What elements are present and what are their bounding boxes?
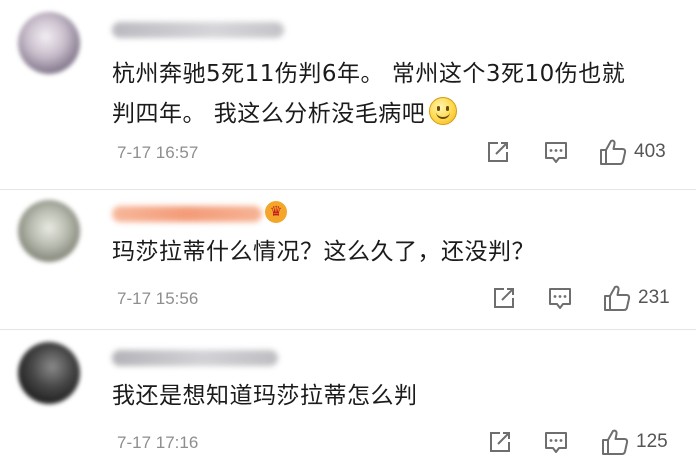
- thumbs-up-icon: [604, 285, 631, 311]
- username[interactable]: [112, 350, 278, 366]
- comment-text: 杭州奔驰5死11伤判6年。 常州这个3死10伤也就 判四年。 我这么分析没毛病吧: [112, 54, 668, 134]
- like-count: 403: [634, 141, 666, 162]
- avatar[interactable]: [18, 342, 80, 404]
- comment-item: ♛ 玛莎拉蒂什么情况？这么久了，还没判？ 7-17 15:56 231: [0, 190, 696, 338]
- like-button[interactable]: 403: [598, 137, 666, 167]
- like-count: 231: [638, 287, 670, 308]
- comment-actions: 125: [484, 427, 684, 457]
- comment-text-line: 我还是想知道玛莎拉蒂怎么判: [112, 383, 418, 409]
- username[interactable]: [112, 22, 284, 38]
- repost-button[interactable]: [484, 137, 512, 167]
- reply-button[interactable]: [542, 427, 570, 457]
- avatar[interactable]: [18, 12, 80, 74]
- smiley-emoji-icon: [429, 97, 458, 125]
- avatar[interactable]: [18, 200, 80, 262]
- comment-text: 玛莎拉蒂什么情况？这么久了，还没判？: [112, 232, 668, 272]
- comment-text-line: 杭州奔驰5死11伤判6年。 常州这个3死10伤也就: [112, 61, 626, 87]
- repost-icon: [490, 432, 510, 452]
- comment-item: 杭州奔驰5死11伤判6年。 常州这个3死10伤也就 判四年。 我这么分析没毛病吧…: [0, 0, 696, 190]
- thumbs-up-icon: [602, 429, 629, 455]
- comment-icon: [549, 288, 571, 309]
- crown-emoji-icon: ♛: [265, 201, 287, 223]
- comment-text: 我还是想知道玛莎拉蒂怎么判: [112, 376, 668, 416]
- comment-timestamp: 7-17 16:57: [117, 143, 199, 162]
- comment-actions: 231: [484, 283, 684, 313]
- comment-item: 我还是想知道玛莎拉蒂怎么判 7-17 17:16 125: [0, 330, 696, 468]
- comment-timestamp: 7-17 15:56: [117, 289, 199, 308]
- reply-button[interactable]: [542, 137, 570, 167]
- comment-timestamp: 7-17 17:16: [117, 433, 199, 452]
- reply-button[interactable]: [546, 283, 574, 313]
- like-button[interactable]: 231: [602, 283, 670, 313]
- like-count: 125: [636, 431, 668, 452]
- comment-text-line: 玛莎拉蒂什么情况？这么久了，还没判？: [112, 239, 535, 265]
- repost-icon: [494, 288, 514, 308]
- comment-icon: [545, 432, 567, 453]
- thumbs-up-icon: [600, 139, 627, 165]
- like-button[interactable]: 125: [600, 427, 668, 457]
- username[interactable]: [112, 206, 262, 222]
- repost-button[interactable]: [486, 427, 514, 457]
- comment-text-line: 判四年。 我这么分析没毛病吧: [112, 94, 668, 134]
- comment-icon: [545, 142, 567, 163]
- comment-actions: 403: [484, 137, 684, 167]
- repost-button[interactable]: [490, 283, 518, 313]
- repost-icon: [488, 142, 508, 162]
- comment-text-segment: 判四年。 我这么分析没毛病吧: [112, 101, 426, 127]
